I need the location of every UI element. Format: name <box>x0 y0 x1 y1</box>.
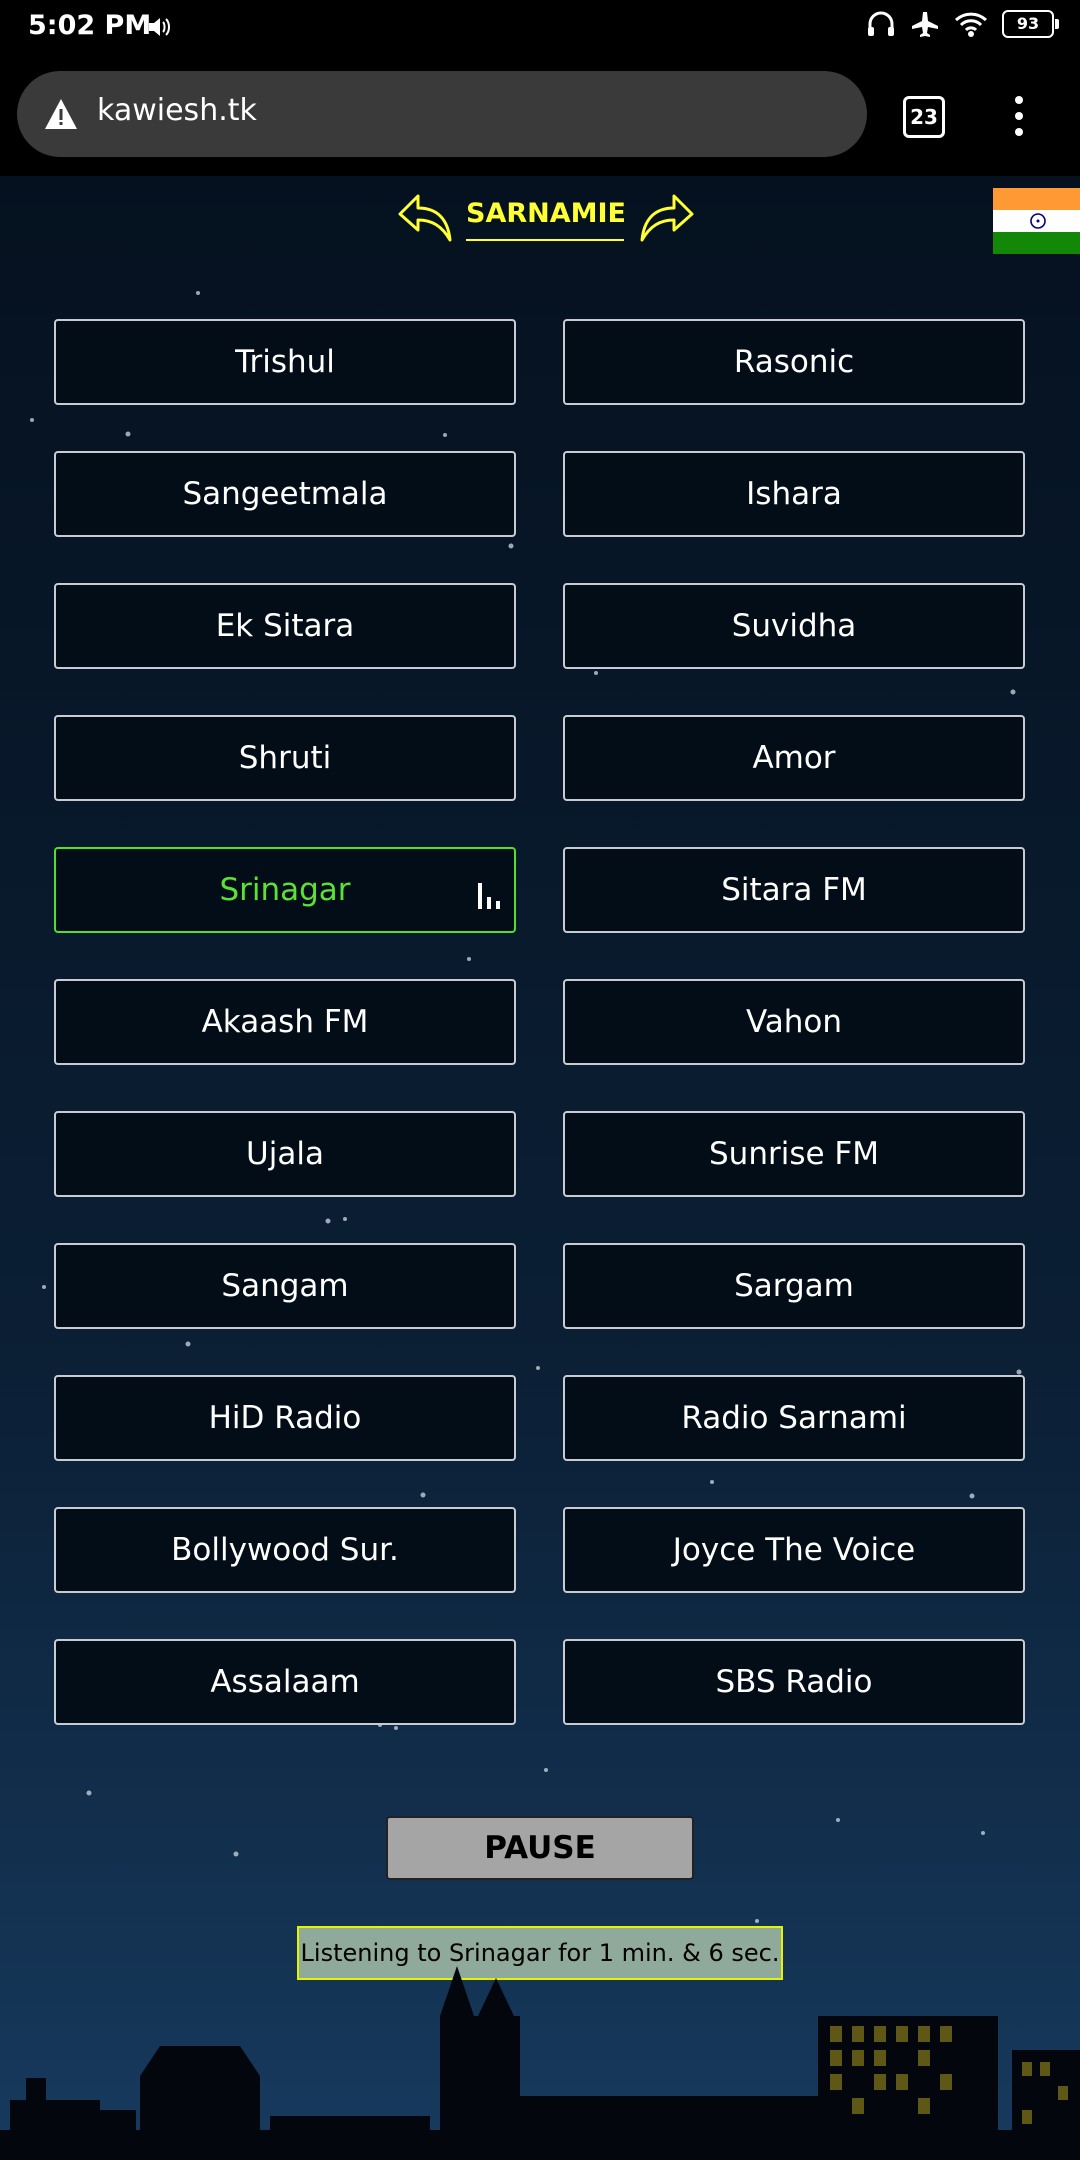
address-bar[interactable]: kawiesh.tk <box>17 71 867 157</box>
city-skyline <box>0 1966 1080 2160</box>
headphones-icon <box>868 11 894 36</box>
station-button[interactable]: Amor <box>563 715 1025 801</box>
menu-icon[interactable] <box>1004 94 1034 138</box>
station-label: HiD Radio <box>208 1400 362 1436</box>
station-button[interactable]: Srinagar <box>54 847 516 933</box>
station-label: Sitara FM <box>721 872 867 908</box>
airplane-icon <box>912 12 938 37</box>
station-label: Assalaam <box>210 1664 360 1700</box>
station-label: Radio Sarnami <box>681 1400 907 1436</box>
station-label: Sargam <box>734 1268 854 1304</box>
station-button[interactable]: Vahon <box>563 979 1025 1065</box>
category-title: SARNAMIE <box>466 198 626 241</box>
station-label: Rasonic <box>733 344 855 380</box>
browser-toolbar: kawiesh.tk 23 <box>0 54 1080 176</box>
station-button[interactable]: Trishul <box>54 319 516 405</box>
station-label: SBS Radio <box>715 1664 873 1700</box>
station-button[interactable]: Sunrise FM <box>563 1111 1025 1197</box>
speaker-icon <box>149 18 170 36</box>
radio-page: SARNAMIE Trishul Rasonic Sangeetmala Ishara… <box>0 176 1080 2160</box>
station-button[interactable]: Radio Sarnami <box>563 1375 1025 1461</box>
wifi-icon <box>954 12 988 37</box>
station-button[interactable]: Suvidha <box>563 583 1025 669</box>
status-bar: 5:02 PM 93 <box>0 0 1080 54</box>
station-button[interactable]: Ujala <box>54 1111 516 1197</box>
station-label: Vahon <box>745 1004 843 1040</box>
station-label: Suvidha <box>731 608 857 644</box>
india-flag[interactable] <box>993 188 1080 254</box>
station-label: Amor <box>752 740 836 776</box>
station-button[interactable]: Sangam <box>54 1243 516 1329</box>
tab-switcher-button[interactable]: 23 <box>903 96 945 138</box>
station-button[interactable]: Rasonic <box>563 319 1025 405</box>
equalizer-icon <box>478 883 500 909</box>
station-button[interactable]: Akaash FM <box>54 979 516 1065</box>
pause-button[interactable]: PAUSE <box>386 1816 694 1880</box>
warning-icon[interactable] <box>43 97 79 131</box>
station-button[interactable]: SBS Radio <box>563 1639 1025 1725</box>
status-icons: 93 <box>866 10 1059 38</box>
battery-icon: 93 <box>1002 10 1059 38</box>
station-label: Ishara <box>746 476 842 512</box>
station-button[interactable]: Assalaam <box>54 1639 516 1725</box>
station-label: Ek Sitara <box>215 608 355 644</box>
station-label: Trishul <box>235 344 335 380</box>
station-label: Shruti <box>238 740 332 776</box>
station-button[interactable]: HiD Radio <box>54 1375 516 1461</box>
station-label: Sunrise FM <box>709 1136 879 1172</box>
station-label: Srinagar <box>219 872 351 908</box>
station-button[interactable]: Sitara FM <box>563 847 1025 933</box>
status-time: 5:02 PM <box>28 10 152 41</box>
station-label: Akaash FM <box>201 1004 369 1040</box>
station-button[interactable]: Shruti <box>54 715 516 801</box>
station-button[interactable]: Ek Sitara <box>54 583 516 669</box>
station-button[interactable]: Joyce The Voice <box>563 1507 1025 1593</box>
next-category-arrow-icon[interactable] <box>638 190 696 246</box>
previous-category-arrow-icon[interactable] <box>396 190 454 246</box>
station-button[interactable]: Bollywood Sur. <box>54 1507 516 1593</box>
station-button[interactable]: Ishara <box>563 451 1025 537</box>
url-text[interactable]: kawiesh.tk <box>97 93 257 128</box>
station-label: Joyce The Voice <box>672 1532 916 1568</box>
station-label: Sangeetmala <box>182 476 388 512</box>
station-button[interactable]: Sangeetmala <box>54 451 516 537</box>
station-label: Sangam <box>221 1268 349 1304</box>
station-button[interactable]: Sargam <box>563 1243 1025 1329</box>
station-label: Ujala <box>246 1136 324 1172</box>
station-label: Bollywood Sur. <box>171 1532 399 1568</box>
